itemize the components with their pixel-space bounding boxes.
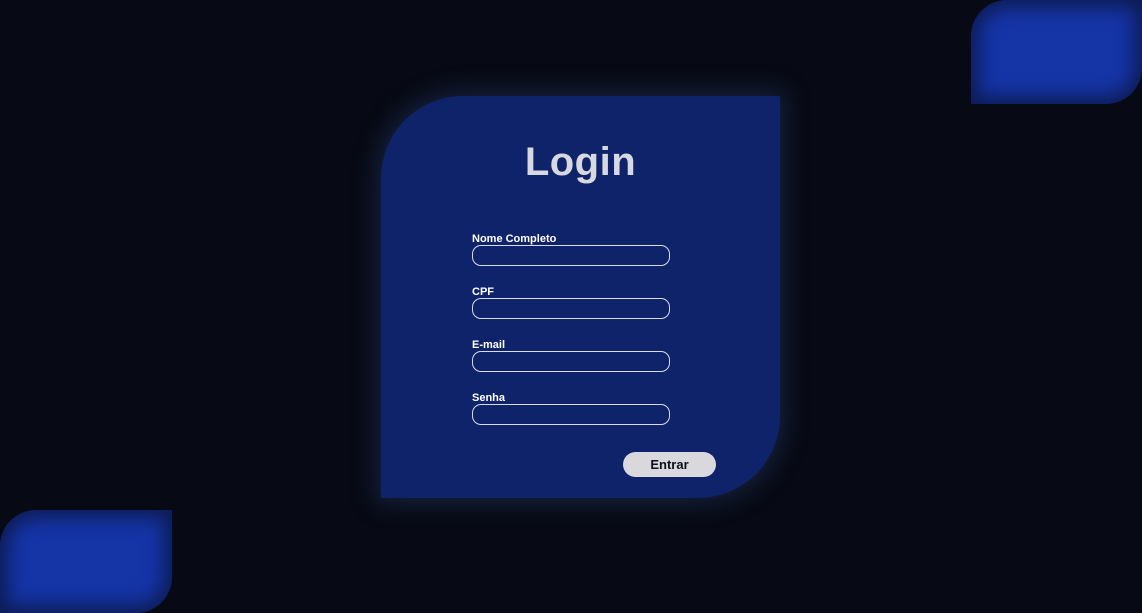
cpf-input[interactable] [472,298,670,319]
cpf-field-group: CPF [472,286,672,319]
decorative-shape-top-right [971,0,1142,104]
submit-button[interactable]: Entrar [623,452,716,477]
password-field-group: Senha [472,392,672,425]
login-card: Login Nome Completo CPF E-mail Senha Ent… [381,96,780,498]
email-input[interactable] [472,351,670,372]
full-name-field-group: Nome Completo [472,233,672,266]
full-name-label: Nome Completo [472,233,557,245]
password-input[interactable] [472,404,670,425]
page-title: Login [524,140,637,184]
email-label: E-mail [472,339,506,351]
password-label: Senha [472,392,506,404]
full-name-input[interactable] [472,245,670,266]
cpf-label: CPF [472,286,494,298]
login-page: Login Nome Completo CPF E-mail Senha Ent… [0,0,1142,613]
email-field-group: E-mail [472,339,672,372]
decorative-shape-bottom-left [0,510,172,613]
